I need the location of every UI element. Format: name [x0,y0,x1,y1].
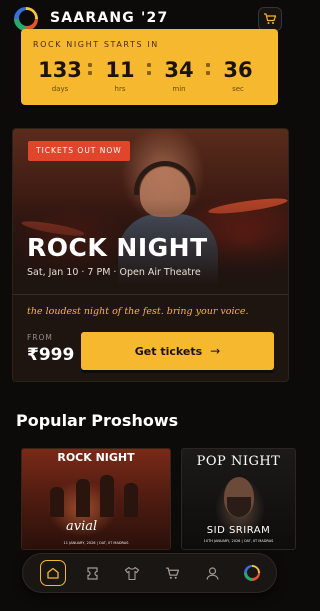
nav-tickets[interactable] [81,562,103,584]
countdown-banner: ROCK NIGHT STARTS IN 133 days 11 hrs 34 … [21,29,278,105]
countdown-separator [206,62,210,76]
countdown-minutes: 34 min [154,57,204,93]
brand-title: SAARANG '27 [50,10,169,26]
nav-cart[interactable] [161,562,183,584]
nav-saarang[interactable] [241,562,263,584]
proshow-date-venue: 10TH JANUARY, 2026 | OAT, IIT MADRAS [203,539,274,543]
cart-icon [165,567,179,579]
countdown-minutes-label: min [172,85,186,93]
countdown-seconds-label: sec [232,85,244,93]
event-title: ROCK NIGHT [27,233,208,262]
profile-icon [205,566,219,580]
countdown-minutes-value: 34 [164,58,194,82]
ticket-price: ₹999 [27,345,75,365]
home-icon [47,567,59,579]
proshow-card-rock-night[interactable]: ROCK NIGHT avial 11 JANUARY, 2026 | OAT,… [21,448,171,550]
arrow-right-icon: → [210,344,221,358]
get-tickets-label: Get tickets [134,344,203,358]
event-tagline: the loudest night of the fest. bring you… [27,306,249,317]
featured-event-card[interactable]: TICKETS OUT NOW ROCK NIGHT Sat, Jan 10 ·… [12,128,289,382]
countdown-label: ROCK NIGHT STARTS IN [33,40,159,49]
tshirt-icon [124,566,140,580]
artist-portrait [224,477,254,517]
price-from-label: FROM [27,333,53,342]
countdown-days-label: days [51,85,69,93]
band-illustration [42,473,152,517]
saarang-logo-icon [244,565,260,581]
countdown-hours-value: 11 [105,58,135,82]
nav-merch[interactable] [121,562,143,584]
countdown-days-value: 133 [38,58,82,82]
proshow-date-venue: 11 JANUARY, 2026 | OAT, IIT MADRAS [63,541,129,545]
nav-home[interactable] [40,560,66,586]
divider [13,294,288,295]
tickets-status-badge: TICKETS OUT NOW [28,141,130,161]
saarang-logo-icon[interactable] [14,7,38,31]
countdown-days: 133 days [35,57,85,93]
bottom-navigation [22,553,277,593]
cart-button[interactable] [258,7,282,31]
proshow-artist: avial [66,519,98,534]
get-tickets-button[interactable]: Get tickets → [81,332,274,370]
proshow-title: POP NIGHT [196,454,281,469]
countdown-hours-label: hrs [114,85,126,93]
nav-profile[interactable] [201,562,223,584]
countdown-hours: 11 hrs [95,57,145,93]
ticket-icon [86,566,98,580]
countdown-separator [88,62,92,76]
event-details: Sat, Jan 10 · 7 PM · Open Air Theatre [27,267,201,278]
cart-icon [264,13,277,24]
countdown-seconds: 36 sec [213,57,263,93]
section-title-proshows: Popular Proshows [16,411,179,430]
proshow-artist: SID SRIRAM [206,525,271,536]
countdown-seconds-value: 36 [223,58,253,82]
countdown-separator [147,62,151,76]
proshow-card-pop-night[interactable]: POP NIGHT SID SRIRAM 10TH JANUARY, 2026 … [181,448,296,550]
proshow-title: ROCK NIGHT [57,451,135,464]
